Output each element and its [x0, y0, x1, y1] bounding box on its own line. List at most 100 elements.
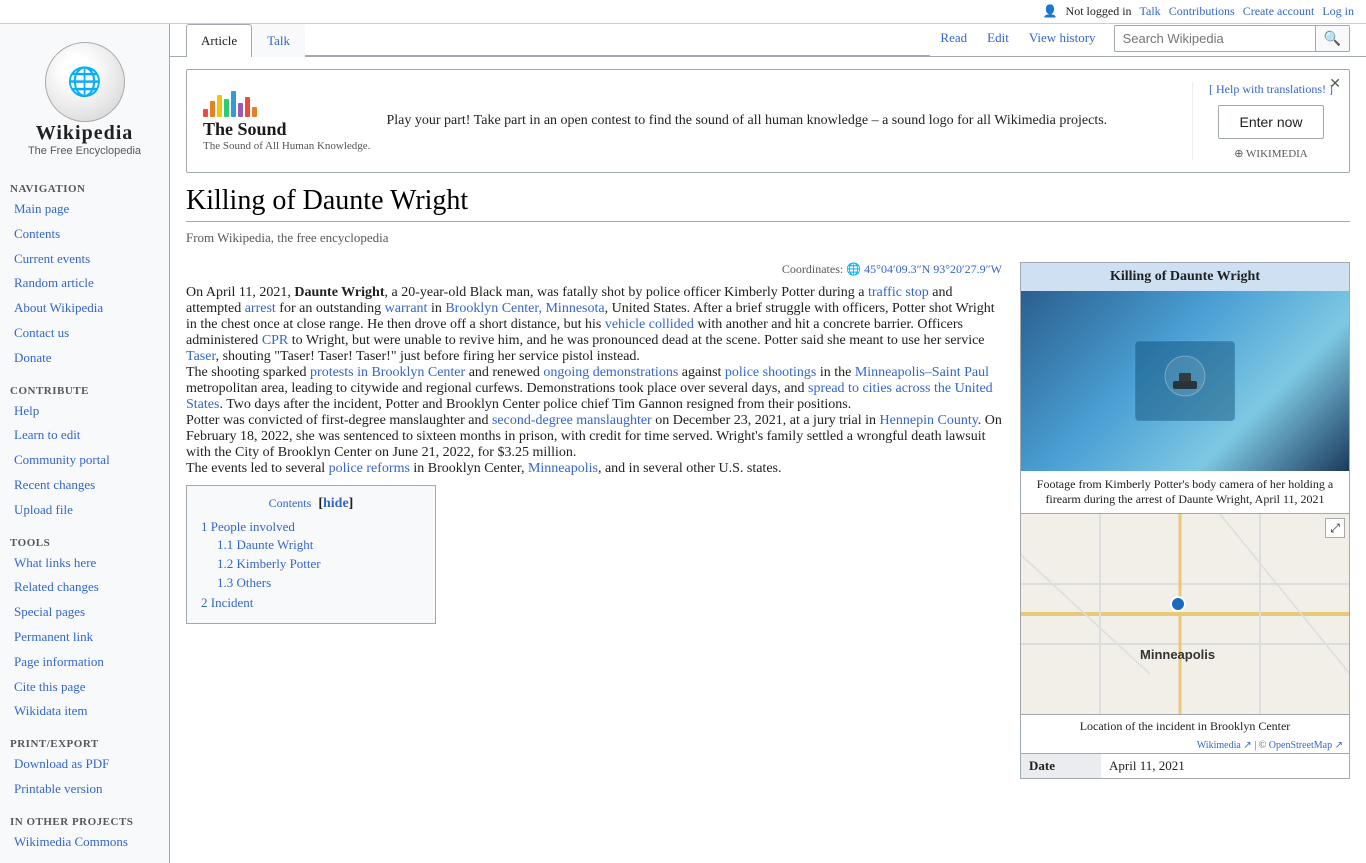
sidebar-item-about-wikipedia[interactable]: About Wikipedia — [0, 296, 169, 321]
contents-hide-link[interactable]: hide — [323, 496, 349, 511]
content-area: Article Talk Read Edit View history 🔍 — [170, 24, 1366, 863]
taser-link[interactable]: Taser — [186, 349, 216, 364]
contents-sublist-1: 1.1 Daunte Wright 1.2 Kimberly Potter 1.… — [201, 536, 421, 593]
infobox-date-row: Date April 11, 2021 — [1021, 753, 1349, 778]
wikimedia-icon: ⊕ — [1234, 148, 1243, 160]
contents-item-2: 2 Incident — [201, 594, 421, 613]
sidebar-item-learn-to-edit[interactable]: Learn to edit — [0, 423, 169, 448]
log-in-link[interactable]: Log in — [1322, 4, 1354, 19]
protests-link[interactable]: protests in Brooklyn Center — [310, 365, 465, 380]
help-translations-link[interactable]: [ Help with translations! ] — [1209, 82, 1333, 97]
enter-now-button[interactable]: Enter now — [1218, 105, 1323, 139]
contents-box: Contents [hide] 1 People involved 1.1 Da… — [186, 485, 436, 624]
other-projects-title: In other projects — [0, 812, 169, 830]
sidebar-item-help[interactable]: Help — [0, 399, 169, 424]
infobox-image-caption: Footage from Kimberly Potter's body came… — [1021, 471, 1349, 514]
search-input[interactable] — [1115, 27, 1315, 50]
promo-banner: The Sound The Sound of All Human Knowled… — [186, 69, 1350, 173]
wikimedia-logo: ⊕ WIKIMEDIA — [1234, 147, 1307, 160]
sidebar-item-recent-changes[interactable]: Recent changes — [0, 473, 169, 498]
minneapolis-link[interactable]: Minneapolis — [528, 461, 598, 476]
infobox-date-label: Date — [1021, 754, 1101, 778]
print-title: Print/export — [0, 734, 169, 752]
user-icon: 👤 — [1043, 4, 1058, 19]
wikimedia-map-link[interactable]: Wikimedia ↗ — [1197, 740, 1252, 751]
contents-item-1-1: 1.1 Daunte Wright — [201, 536, 421, 555]
police-shootings-link[interactable]: police shootings — [725, 365, 816, 380]
tools-title: Tools — [0, 533, 169, 551]
sidebar-item-cite-this-page[interactable]: Cite this page — [0, 675, 169, 700]
sound-bars-icon — [203, 89, 370, 117]
warrant-link[interactable]: warrant — [385, 301, 428, 316]
coordinates-globe-icon: 🌐 — [846, 262, 861, 277]
infobox-title: Killing of Daunte Wright — [1021, 263, 1349, 291]
arrest-link[interactable]: arrest — [245, 301, 276, 316]
sidebar: 🌐 Wikipedia The Free Encyclopedia Naviga… — [0, 24, 170, 863]
infobox: Killing of Daunte Wright — [1020, 262, 1350, 779]
contents-link-people-involved[interactable]: 1 People involved — [201, 519, 295, 534]
sidebar-item-upload-file[interactable]: Upload file — [0, 498, 169, 523]
map-expand-button[interactable]: ⤢ — [1325, 518, 1345, 538]
sidebar-item-main-page[interactable]: Main page — [0, 197, 169, 222]
tab-article[interactable]: Article — [186, 24, 252, 57]
sidebar-item-permanent-link[interactable]: Permanent link — [0, 625, 169, 650]
contents-item-1-3: 1.3 Others — [201, 574, 421, 593]
article-subtitle: From Wikipedia, the free encyclopedia — [186, 230, 1350, 246]
contents-link-daunte-wright[interactable]: 1.1 Daunte Wright — [217, 537, 313, 552]
logo-area: 🌐 Wikipedia The Free Encyclopedia — [0, 32, 169, 169]
banner-close-button[interactable]: ✕ — [1329, 76, 1341, 93]
sidebar-item-community-portal[interactable]: Community portal — [0, 448, 169, 473]
not-logged-in-text: Not logged in — [1066, 4, 1132, 19]
hennepin-link[interactable]: Hennepin County — [880, 413, 978, 428]
banner-logo: The Sound The Sound of All Human Knowled… — [203, 89, 370, 153]
brooklyn-center-link[interactable]: Brooklyn Center, Minnesota — [445, 301, 604, 316]
contribute-title: Contribute — [0, 381, 169, 399]
sidebar-item-related-changes[interactable]: Related changes — [0, 575, 169, 600]
coordinates-link[interactable]: 45°04′09.3″N 93°20′27.9″W — [864, 262, 1002, 277]
tabs-bar: Article Talk Read Edit View history 🔍 — [170, 24, 1366, 57]
search-box: 🔍 — [1114, 25, 1350, 52]
sidebar-item-page-information[interactable]: Page information — [0, 650, 169, 675]
other-projects-section: In other projects Wikimedia Commons — [0, 812, 169, 855]
site-subtitle: The Free Encyclopedia — [8, 145, 161, 157]
infobox-map: Minneapolis ⤢ — [1021, 514, 1349, 714]
vehicle-collided-link[interactable]: vehicle collided — [605, 317, 694, 332]
second-degree-link[interactable]: second-degree manslaughter — [492, 413, 652, 428]
sidebar-item-contact-us[interactable]: Contact us — [0, 321, 169, 346]
infobox-image-overlay — [1021, 291, 1349, 471]
tab-view-history[interactable]: View history — [1019, 24, 1106, 52]
contents-link-others[interactable]: 1.3 Others — [217, 575, 271, 590]
search-button[interactable]: 🔍 — [1315, 26, 1349, 51]
sidebar-item-random-article[interactable]: Random article — [0, 271, 169, 296]
talk-link[interactable]: Talk — [1140, 4, 1161, 19]
sidebar-item-special-pages[interactable]: Special pages — [0, 600, 169, 625]
sidebar-item-donate[interactable]: Donate — [0, 346, 169, 371]
sidebar-item-current-events[interactable]: Current events — [0, 247, 169, 272]
banner-right: [ Help with translations! ] Enter now ⊕ … — [1192, 82, 1333, 160]
navigation-title: Navigation — [0, 179, 169, 197]
sidebar-item-wikimedia-commons[interactable]: Wikimedia Commons — [0, 830, 169, 855]
openstreetmap-link[interactable]: OpenStreetMap ↗ — [1269, 740, 1343, 751]
coordinates-label: Coordinates: — [782, 262, 843, 277]
cpr-link[interactable]: CPR — [262, 333, 288, 348]
msp-link[interactable]: Minneapolis–Saint Paul — [855, 365, 989, 380]
demonstrations-link[interactable]: ongoing demonstrations — [543, 365, 678, 380]
traffic-stop-link[interactable]: traffic stop — [868, 285, 929, 300]
police-reforms-link[interactable]: police reforms — [329, 461, 410, 476]
sidebar-item-download-pdf[interactable]: Download as PDF — [0, 752, 169, 777]
sidebar-item-contents[interactable]: Contents — [0, 222, 169, 247]
contents-link-kimberly-potter[interactable]: 1.2 Kimberly Potter — [217, 556, 321, 571]
sidebar-item-what-links-here[interactable]: What links here — [0, 551, 169, 576]
contents-item-1: 1 People involved 1.1 Daunte Wright 1.2 … — [201, 518, 421, 594]
tools-section: Tools What links here Related changes Sp… — [0, 533, 169, 725]
spread-cities-link[interactable]: spread to cities across the United State… — [186, 381, 993, 412]
sidebar-item-printable-version[interactable]: Printable version — [0, 777, 169, 802]
tab-talk[interactable]: Talk — [252, 24, 305, 57]
svg-text:Minneapolis: Minneapolis — [1140, 647, 1215, 662]
contents-link-incident[interactable]: 2 Incident — [201, 595, 253, 610]
tab-edit[interactable]: Edit — [977, 24, 1019, 52]
sidebar-item-wikidata-item[interactable]: Wikidata item — [0, 699, 169, 724]
contributions-link[interactable]: Contributions — [1169, 4, 1235, 19]
tab-read[interactable]: Read — [930, 24, 977, 52]
create-account-link[interactable]: Create account — [1243, 4, 1315, 19]
